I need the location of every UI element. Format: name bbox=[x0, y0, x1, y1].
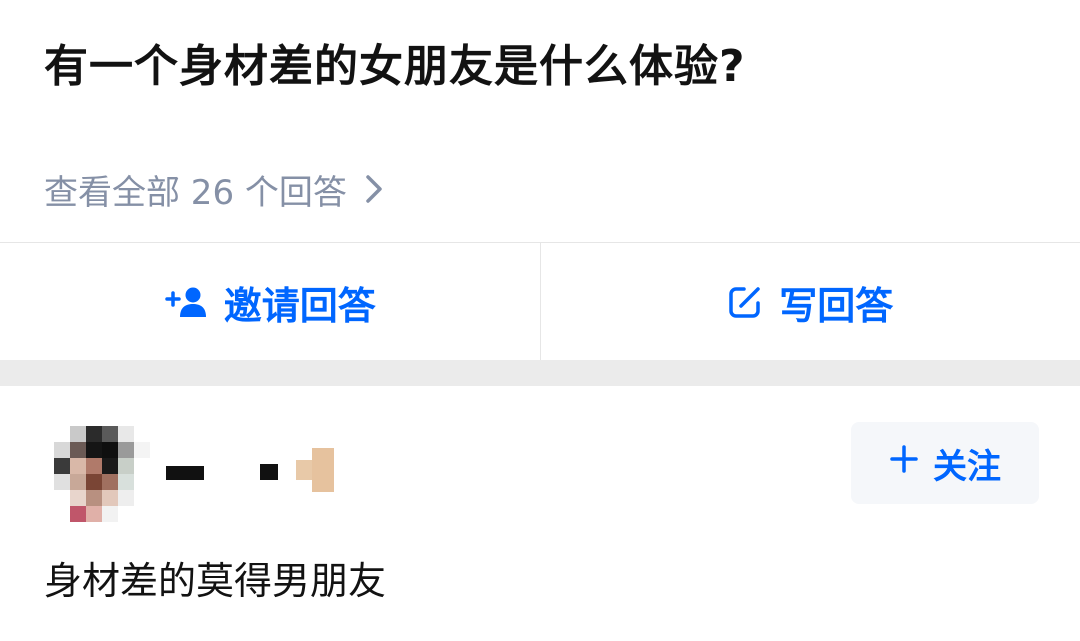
question-title[interactable]: 有一个身材差的女朋友是什么体验? bbox=[44, 30, 746, 94]
follow-label: 关注 bbox=[933, 446, 1001, 487]
write-answer-label: 写回答 bbox=[779, 283, 894, 328]
section-divider bbox=[0, 360, 1080, 386]
question-page: 有一个身材差的女朋友是什么体验? 查看全部 26 个回答 邀请回答 写回答 关注… bbox=[0, 0, 1080, 641]
view-all-answers-link[interactable]: 查看全部 26 个回答 bbox=[44, 164, 383, 214]
add-person-icon bbox=[164, 285, 208, 319]
answer-author-row: 关注 bbox=[0, 386, 1080, 536]
answer-excerpt[interactable]: 身材差的莫得男朋友 bbox=[44, 550, 386, 605]
plus-icon bbox=[889, 443, 919, 483]
invite-answer-label: 邀请回答 bbox=[223, 283, 376, 328]
author-name[interactable] bbox=[166, 448, 336, 498]
avatar[interactable] bbox=[54, 426, 150, 522]
invite-answer-button[interactable]: 邀请回答 bbox=[0, 243, 541, 361]
follow-button[interactable]: 关注 bbox=[851, 422, 1039, 504]
view-all-answers-label: 查看全部 26 个回答 bbox=[44, 172, 347, 213]
edit-icon bbox=[727, 284, 763, 320]
write-answer-button[interactable]: 写回答 bbox=[541, 243, 1080, 361]
answer-action-bar: 邀请回答 写回答 bbox=[0, 242, 1080, 361]
chevron-right-icon bbox=[365, 174, 383, 204]
